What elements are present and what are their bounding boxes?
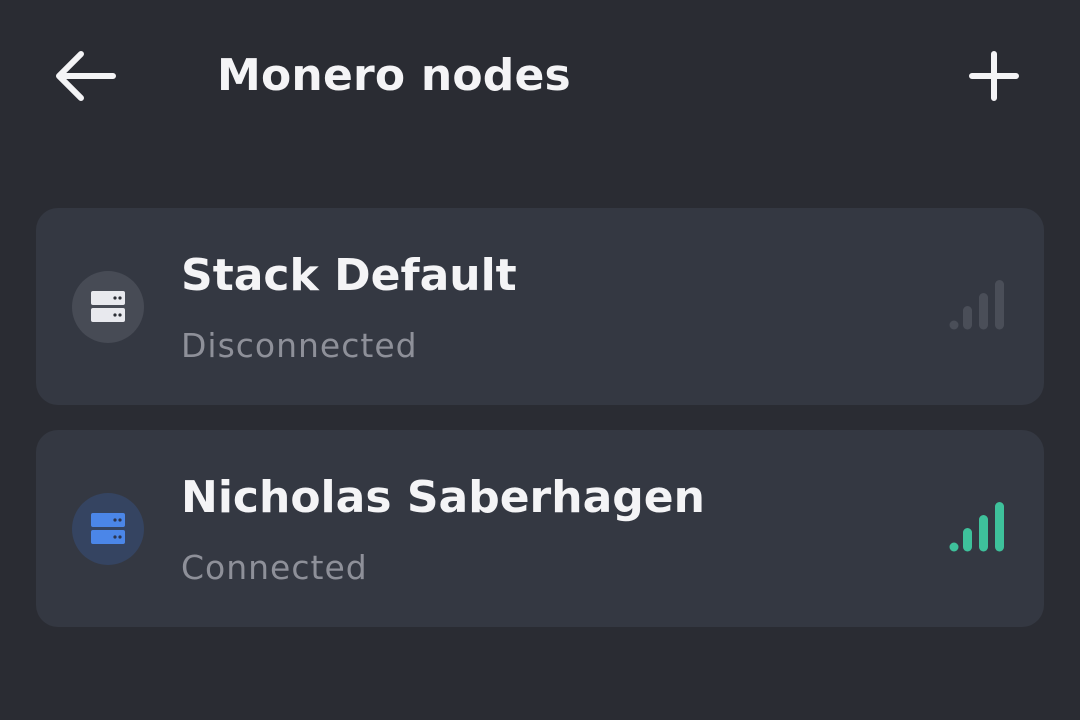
node-icon-container	[72, 271, 144, 343]
node-name: Nicholas Saberhagen	[181, 472, 705, 523]
node-status: Connected	[181, 548, 368, 587]
server-icon	[91, 291, 125, 322]
monero-nodes-screen: Monero nodes Stack Default Disconnected	[0, 0, 1080, 720]
node-card-stack-default[interactable]: Stack Default Disconnected	[36, 208, 1044, 405]
plus-icon	[969, 51, 1019, 101]
top-app-bar: Monero nodes	[0, 0, 1080, 150]
page-title: Monero nodes	[217, 50, 571, 101]
add-node-button[interactable]	[964, 46, 1024, 106]
node-list: Stack Default Disconnected Nicholas Sabe…	[36, 208, 1044, 652]
signal-bars-icon	[949, 502, 1004, 552]
signal-bars-icon	[949, 280, 1004, 330]
arrow-left-icon	[56, 51, 116, 101]
node-icon-container	[72, 493, 144, 565]
node-status: Disconnected	[181, 326, 418, 365]
server-icon	[91, 513, 125, 544]
node-name: Stack Default	[181, 250, 517, 301]
node-card-nicholas-saberhagen[interactable]: Nicholas Saberhagen Connected	[36, 430, 1044, 627]
back-button[interactable]	[48, 44, 120, 108]
